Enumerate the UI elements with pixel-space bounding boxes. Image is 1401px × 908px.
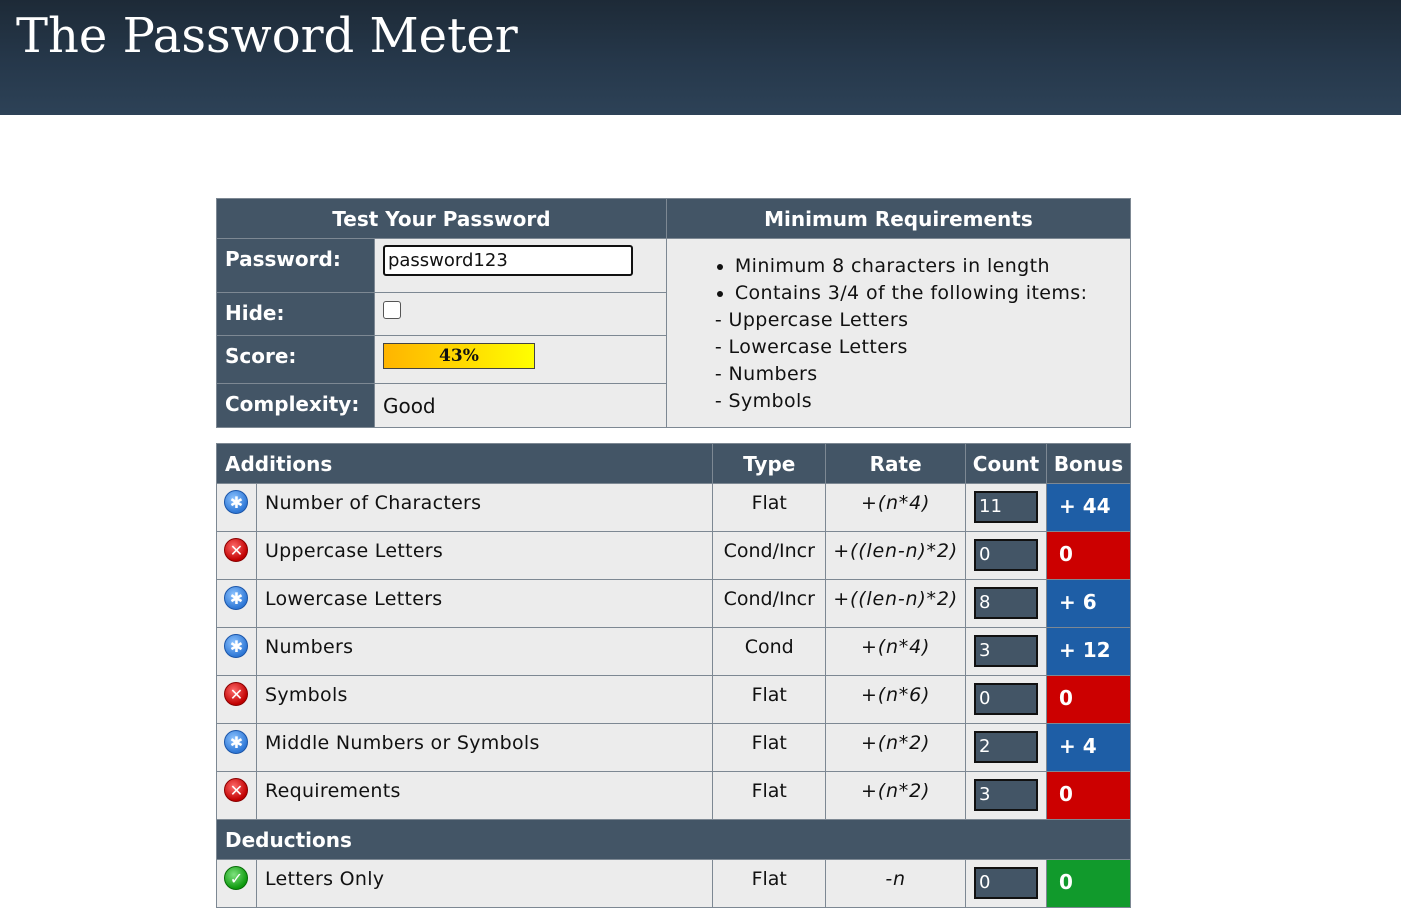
row-count: 3 (974, 779, 1039, 811)
table-row: ✱ Lowercase Letters Cond/Incr +((len-n)*2) 8… (216, 579, 1131, 628)
password-label: Password: (216, 238, 375, 293)
row-type: Cond/Incr (712, 579, 827, 628)
minimum-requirements-heading: Minimum Requirements (665, 198, 1132, 239)
row-count: 0 (974, 683, 1039, 715)
table-row: ✱ Number of Characters Flat +(n*4) 11 + 44 (216, 483, 1131, 532)
row-name: Uppercase Letters (255, 531, 714, 580)
fail-icon: ✕ (224, 538, 249, 562)
requirement-item: Contains 3/4 of the following items: (735, 280, 1130, 307)
pass-icon: ✱ (224, 730, 249, 754)
site-title: The Password Meter (16, 8, 518, 64)
row-type: Flat (712, 483, 827, 532)
requirements-list: Minimum 8 characters in length Contains … (695, 253, 1130, 415)
row-bonus: 0 (1046, 675, 1131, 724)
row-rate: +(n*2) (825, 723, 967, 772)
score-value: 43% (439, 346, 479, 366)
row-type: Flat (712, 859, 827, 908)
row-count: 11 (974, 491, 1039, 523)
complexity-value: Good (373, 383, 667, 428)
table-row: ✓ Letters Only Flat -n 0 0 (216, 859, 1131, 908)
additions-header: Additions (215, 443, 714, 484)
requirement-sub-item: - Symbols (714, 390, 813, 412)
row-rate: -n (825, 859, 967, 908)
row-name: Lowercase Letters (255, 579, 714, 628)
complexity-label: Complexity: (216, 383, 375, 428)
pass-icon: ✱ (224, 634, 249, 658)
row-name: Middle Numbers or Symbols (255, 723, 714, 772)
count-header: Count (965, 443, 1047, 484)
row-rate: +((len-n)*2) (825, 531, 967, 580)
pass-icon: ✱ (224, 586, 249, 610)
rate-header: Rate (825, 443, 967, 484)
score-bar: 43% (382, 343, 535, 369)
pass-icon: ✱ (224, 490, 249, 514)
row-bonus: 0 (1046, 771, 1131, 820)
row-rate: +(n*6) (825, 675, 967, 724)
table-row: ✕ Uppercase Letters Cond/Incr +((len-n)*2) 0… (216, 531, 1131, 580)
fail-icon: ✕ (224, 682, 249, 706)
hide-label: Hide: (216, 292, 375, 336)
row-type: Flat (712, 723, 827, 772)
requirement-item: Minimum 8 characters in length (735, 253, 1130, 280)
row-bonus: 0 (1046, 531, 1131, 580)
table-row: ✱ Numbers Cond +(n*4) 3 + 12 (216, 627, 1131, 676)
table-row: ✕ Requirements Flat +(n*2) 3 0 (216, 771, 1131, 820)
requirements-panel: Minimum 8 characters in length Contains … (665, 238, 1132, 428)
row-rate: +((len-n)*2) (825, 579, 967, 628)
row-name: Requirements (255, 771, 714, 820)
row-type: Flat (712, 771, 827, 820)
site-header: The Password Meter (0, 0, 1401, 115)
row-bonus: + 12 (1046, 627, 1131, 676)
row-bonus: + 6 (1046, 579, 1131, 628)
table-row: ✕ Symbols Flat +(n*6) 0 0 (216, 675, 1131, 724)
row-count: 3 (974, 635, 1039, 667)
row-type: Flat (712, 675, 827, 724)
row-type: Cond/Incr (712, 531, 827, 580)
row-bonus: 0 (1046, 859, 1131, 908)
requirement-sub-item: - Numbers (714, 363, 818, 385)
test-password-heading: Test Your Password (216, 198, 667, 239)
deductions-header: Deductions (216, 819, 1131, 860)
row-count: 8 (974, 587, 1039, 619)
score-breakdown-table: Additions Type Rate Count Bonus ✱ Number … (215, 443, 1131, 908)
check-icon: ✓ (224, 866, 249, 890)
hide-checkbox[interactable] (382, 301, 401, 319)
row-name: Number of Characters (255, 483, 714, 532)
row-name: Symbols (255, 675, 714, 724)
row-rate: +(n*4) (825, 483, 967, 532)
password-input[interactable] (382, 245, 633, 276)
row-bonus: + 4 (1046, 723, 1131, 772)
row-name: Letters Only (255, 859, 714, 908)
row-count: 0 (974, 539, 1039, 571)
type-header: Type (712, 443, 827, 484)
row-count: 0 (974, 867, 1039, 899)
row-rate: +(n*4) (825, 627, 967, 676)
row-name: Numbers (255, 627, 714, 676)
row-type: Cond (712, 627, 827, 676)
row-count: 2 (974, 731, 1039, 763)
table-row: ✱ Middle Numbers or Symbols Flat +(n*2) 2 + 4 (216, 723, 1131, 772)
row-bonus: + 44 (1046, 483, 1131, 532)
requirement-sub-item: - Uppercase Letters (714, 309, 909, 331)
score-label: Score: (216, 335, 375, 384)
fail-icon: ✕ (224, 778, 249, 802)
bonus-header: Bonus (1046, 443, 1131, 484)
row-rate: +(n*2) (825, 771, 967, 820)
requirement-sub-item: - Lowercase Letters (714, 336, 908, 358)
password-test-table: Test Your Password Minimum Requirements … (216, 198, 1132, 428)
